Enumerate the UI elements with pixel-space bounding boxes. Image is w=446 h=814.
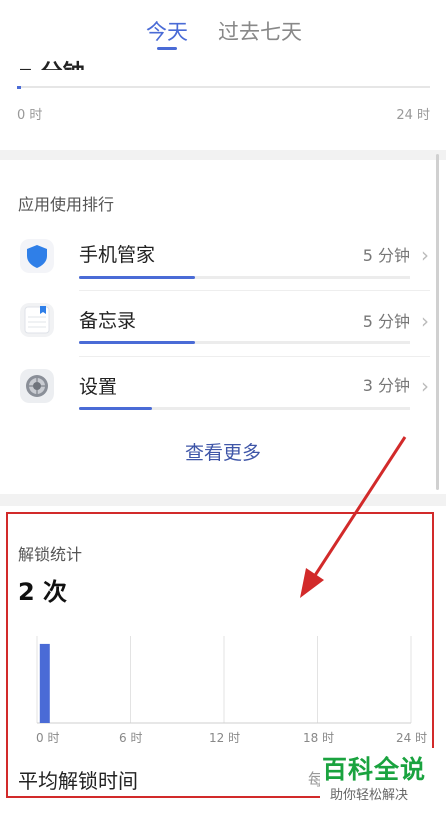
watermark-logo: 百科全说 (322, 755, 427, 784)
arrow-shaft (310, 436, 407, 581)
watermark-tagline: 助你轻松解决 (330, 788, 409, 803)
arrow-head (300, 568, 324, 598)
annotation-arrow (300, 436, 407, 598)
